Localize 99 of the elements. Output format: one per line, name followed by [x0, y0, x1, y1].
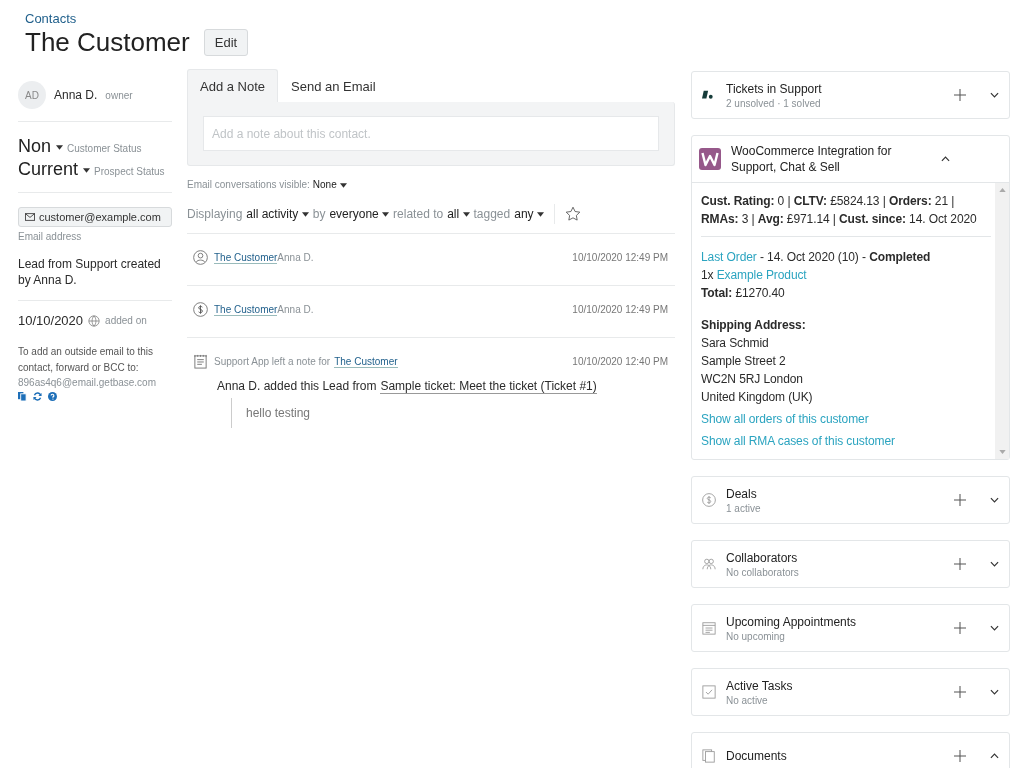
widget-subtitle: 2 unsolved · 1 solved	[726, 98, 822, 109]
caret-icon	[462, 212, 470, 218]
dollar-icon	[702, 493, 716, 507]
chevron-icon[interactable]	[990, 561, 999, 567]
address-line: WC2N 5RJ London	[701, 371, 804, 388]
added-label: added on	[105, 315, 147, 326]
caret-icon	[536, 212, 544, 218]
order-total: Total: £1270.40	[701, 285, 786, 302]
address-line: Sample Street 2	[701, 353, 787, 370]
note-source: Support App left a note for	[214, 356, 331, 367]
filter-dropdown[interactable]: any	[514, 207, 544, 221]
owner-name[interactable]: Anna D.	[54, 88, 98, 102]
chevron-icon[interactable]	[990, 92, 999, 98]
widget-subtitle: No upcoming	[726, 631, 786, 642]
activity-author: Anna D.	[277, 304, 314, 315]
calendar-icon	[702, 621, 716, 635]
contact-link[interactable]: The Customer	[214, 251, 278, 264]
checkbox-icon	[702, 685, 716, 699]
activity-author: Anna D.	[277, 252, 314, 263]
widget-subtitle: No active	[726, 695, 769, 706]
filter-dropdown[interactable]: all activity	[246, 207, 309, 221]
chevron-icon[interactable]	[990, 689, 999, 695]
caret-icon	[301, 212, 309, 218]
add-icon[interactable]	[954, 89, 966, 101]
widget-title: Deals	[726, 486, 758, 502]
forward-instructions: To add an outside email to this contact, forward or BCC to:	[18, 345, 155, 375]
chevron-icon[interactable]	[990, 497, 999, 503]
shipping-heading: Shipping Address:	[701, 317, 807, 334]
widget-title: Tickets in Support	[726, 81, 823, 97]
filter-dropdown[interactable]: all	[447, 207, 470, 221]
visibility-label: Email conversations visible:	[187, 179, 310, 190]
chevron-icon[interactable]	[990, 625, 999, 631]
help-icon[interactable]	[48, 392, 57, 401]
page-title: The Customer	[25, 27, 190, 58]
status-label: Prospect Status	[94, 166, 165, 177]
people-icon	[702, 557, 716, 571]
filter-dropdown[interactable]: everyone	[329, 207, 390, 221]
activity-time: 10/10/2020 12:49 PM	[572, 304, 668, 315]
add-icon[interactable]	[954, 558, 966, 570]
envelope-icon	[25, 213, 35, 221]
note-quote: hello testing	[231, 398, 668, 428]
added-date: 10/10/2020	[18, 313, 84, 328]
widget-title: Active Tasks	[726, 678, 794, 694]
owner-label: owner	[105, 89, 133, 101]
lead-source: Lead from Support created by Anna D.	[18, 256, 162, 288]
contact-link[interactable]: The Customer	[214, 303, 278, 316]
add-icon[interactable]	[954, 622, 966, 634]
avatar: AD	[18, 81, 46, 109]
copy-icon[interactable]	[18, 392, 27, 401]
status-dropdown[interactable]: Non	[18, 136, 64, 157]
widget-title: WooCommerce Integration for Support, Chat & Sell	[731, 143, 893, 175]
chevron-icon[interactable]	[941, 156, 950, 162]
documents-icon	[702, 749, 716, 763]
product-quantity: 1x	[701, 268, 714, 282]
widget-subtitle: No collaborators	[726, 567, 800, 578]
widget-subtitle: 1 active	[726, 503, 762, 514]
tab[interactable]: Send an Email	[278, 69, 389, 102]
status-label: Customer Status	[67, 143, 142, 154]
caret-icon	[339, 182, 347, 188]
status-dropdown[interactable]: Current	[18, 159, 91, 180]
widget-title: Upcoming Appointments	[726, 614, 858, 630]
breadcrumb-link[interactable]: Contacts	[25, 11, 77, 26]
filter-label: related to	[393, 207, 444, 221]
forward-address: 896as4q6@email.getbase.com	[18, 377, 157, 388]
add-icon[interactable]	[954, 686, 966, 698]
activity-time: 10/10/2020 12:40 PM	[572, 356, 668, 367]
filter-label: by	[312, 207, 326, 221]
email-button[interactable]: customer@example.com	[18, 207, 172, 227]
globe-icon	[88, 314, 101, 327]
visibility-dropdown[interactable]: None	[312, 179, 347, 190]
widget-title: Collaborators	[726, 550, 799, 566]
order-status: - 14. Oct 2020 (10) - Completed	[758, 250, 931, 264]
add-icon[interactable]	[954, 750, 966, 762]
contact-link[interactable]: The Customer	[334, 355, 398, 368]
tab[interactable]: Add a Note	[187, 69, 279, 102]
ticket-logo-icon	[702, 88, 716, 102]
edit-button[interactable]: Edit	[203, 29, 249, 56]
refresh-icon[interactable]	[33, 392, 42, 401]
filter-label: Displaying	[187, 207, 243, 221]
star-icon[interactable]	[564, 206, 581, 222]
widget-title: Documents	[726, 748, 788, 764]
person-icon	[193, 250, 208, 265]
note-input[interactable]: Add a note about this contact.	[203, 116, 659, 151]
notepad-icon	[193, 354, 208, 369]
caret-icon	[382, 212, 390, 218]
dollar-icon	[193, 302, 208, 317]
email-label: Email address	[18, 231, 83, 242]
customer-stats: Cust. Rating: 0 | CLTV: £5824.13 | Orders: 21 | RMAs: 3 | Avg: £971.14 | Cust. since: 14. Oct 2020	[701, 192, 991, 237]
caret-icon	[83, 167, 91, 173]
address-line: Sara Schmid	[701, 335, 770, 352]
woocommerce-logo-icon	[699, 148, 721, 170]
address-line: United Kingdom (UK)	[701, 389, 814, 406]
ticket-link[interactable]: Sample ticket: Meet the ticket (Ticket #1)	[380, 379, 597, 394]
chevron-icon[interactable]	[990, 753, 999, 759]
activity-time: 10/10/2020 12:49 PM	[572, 252, 668, 263]
caret-icon	[56, 144, 64, 150]
filter-label: tagged	[473, 207, 511, 221]
add-icon[interactable]	[954, 494, 966, 506]
note-text: Anna D. added this Lead from	[217, 379, 377, 394]
